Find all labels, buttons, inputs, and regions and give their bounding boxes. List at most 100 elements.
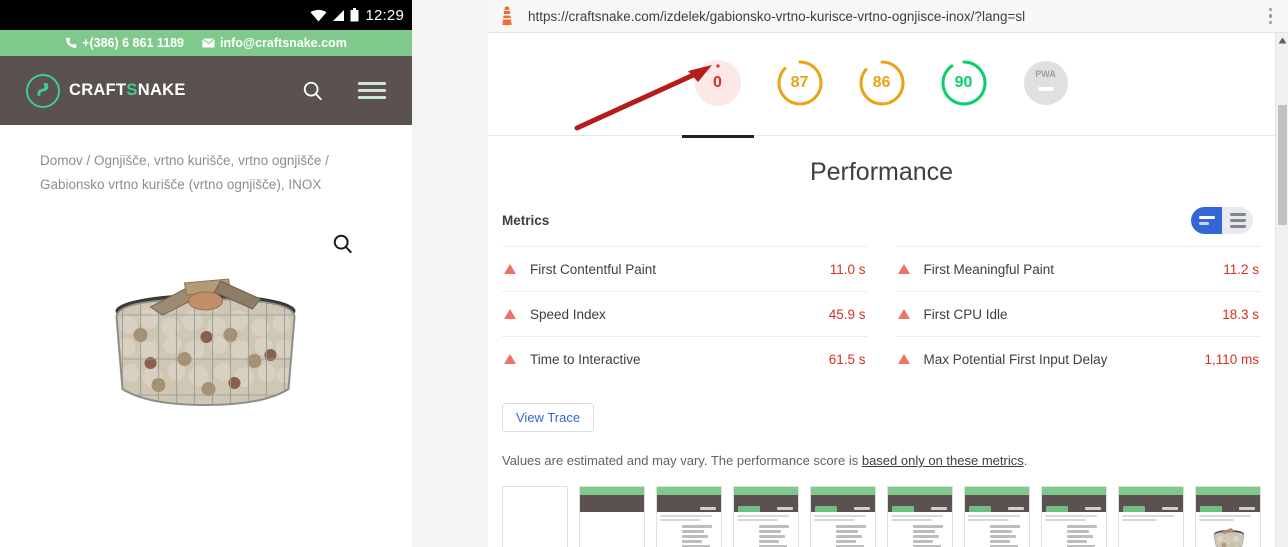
fail-triangle-icon xyxy=(897,309,910,319)
wifi-icon xyxy=(310,9,327,21)
frame-body xyxy=(888,512,952,547)
frame-body xyxy=(811,512,875,547)
frame-nav-actions xyxy=(1008,507,1024,510)
expanded-view-button[interactable] xyxy=(1222,207,1253,234)
metric-row[interactable]: First CPU Idle 18.3 s xyxy=(895,291,1261,336)
best-practices-score: 86 xyxy=(872,74,891,91)
expanded-view-icon xyxy=(1229,213,1246,228)
metric-name: Speed Index xyxy=(530,306,606,322)
filmstrip-frame[interactable] xyxy=(733,486,799,547)
performance-gauge[interactable]: 0 xyxy=(681,56,754,138)
metric-left: First Contentful Paint xyxy=(504,262,656,277)
seo-score: 90 xyxy=(954,74,973,91)
metric-row[interactable]: Speed Index 45.9 s xyxy=(502,291,868,336)
pwa-gauge[interactable]: PWA xyxy=(1019,56,1073,110)
panel-gap xyxy=(412,0,488,547)
frame-navbar xyxy=(580,495,644,512)
vertical-scrollbar[interactable] xyxy=(1275,33,1288,547)
metric-row[interactable]: First Contentful Paint 11.0 s xyxy=(502,246,868,291)
frame-navbar xyxy=(657,495,721,512)
more-options-icon[interactable] xyxy=(1263,4,1279,29)
url-text[interactable]: https://craftsnake.com/izdelek/gabionsko… xyxy=(528,9,1251,24)
score-gauges: 0 87 86 90 PWA xyxy=(488,33,1275,138)
site-logo[interactable]: CRAFTSNAKE xyxy=(26,73,186,108)
fail-triangle-icon xyxy=(504,264,516,274)
scroll-up-arrow-icon[interactable] xyxy=(1276,33,1288,47)
accessibility-gauge[interactable]: 87 xyxy=(773,56,827,110)
metric-name: First CPU Idle xyxy=(923,306,1008,322)
metric-row[interactable]: First Meaningful Paint 11.2 s xyxy=(895,246,1261,291)
metric-name: Time to Interactive xyxy=(530,351,641,367)
disclaimer-text: Values are estimated and may vary. The p… xyxy=(502,453,1275,468)
frame-body xyxy=(657,512,721,547)
phone-contact[interactable]: +(386) 6 861 1189 xyxy=(65,36,184,50)
frame-product-image xyxy=(1213,528,1245,547)
frame-navbar xyxy=(811,495,875,515)
frame-navbar xyxy=(1042,495,1106,515)
view-trace-button[interactable]: View Trace xyxy=(502,403,595,432)
email-contact[interactable]: info@craftsnake.com xyxy=(202,36,347,50)
seo-gauge[interactable]: 90 xyxy=(937,56,991,110)
frame-nav-actions xyxy=(1239,507,1255,510)
filmstrip-frame[interactable] xyxy=(502,486,568,547)
metrics-column-right: First Meaningful Paint 11.2 s First CPU … xyxy=(895,246,1261,381)
performance-score: 0 xyxy=(713,74,722,91)
frame-contact-bar xyxy=(580,487,644,495)
frame-body xyxy=(965,512,1029,547)
metrics-view-toggle[interactable] xyxy=(1191,207,1253,234)
best-practices-gauge[interactable]: 86 xyxy=(855,56,909,110)
report-scroll-area: 0 87 86 90 PWA Performance Metrics First… xyxy=(488,33,1275,547)
fail-triangle-icon xyxy=(504,309,516,319)
frame-nav-actions xyxy=(777,507,793,510)
frame-body xyxy=(580,512,644,547)
metrics-label: Metrics xyxy=(502,213,550,228)
frame-navbar xyxy=(1119,495,1183,515)
frame-contact-bar xyxy=(965,487,1029,495)
screenshot-root: 12:29 +(386) 6 861 1189 info@craftsnake.… xyxy=(0,0,1288,547)
filmstrip-frame[interactable] xyxy=(1195,486,1261,547)
metric-name: Max Potential First Input Delay xyxy=(923,351,1108,367)
metric-value: 18.3 s xyxy=(1222,306,1259,322)
frame-body xyxy=(1196,512,1260,547)
disclaimer-prefix: Values are estimated and may vary. The p… xyxy=(502,453,862,468)
frame-nav-actions xyxy=(700,507,716,510)
envelope-icon xyxy=(202,38,215,48)
metric-name: First Meaningful Paint xyxy=(923,261,1055,277)
metric-row[interactable]: Max Potential First Input Delay 1,110 ms xyxy=(895,336,1261,381)
filmstrip-frame[interactable] xyxy=(964,486,1030,547)
filmstrip-frame[interactable] xyxy=(810,486,876,547)
metric-row[interactable]: Time to Interactive 61.5 s xyxy=(502,336,868,381)
brand-wordmark: CRAFTSNAKE xyxy=(69,81,186,100)
search-icon[interactable] xyxy=(302,80,324,102)
disclaimer-link[interactable]: based only on these metrics xyxy=(862,453,1024,468)
metric-left: First CPU Idle xyxy=(897,306,1008,322)
metrics-grid: First Contentful Paint 11.0 s Speed Inde… xyxy=(488,246,1275,381)
brand-part-two: RAFT xyxy=(81,81,127,99)
scrollbar-thumb[interactable] xyxy=(1278,105,1287,225)
metric-value: 11.0 s xyxy=(829,261,866,277)
frame-body xyxy=(734,512,798,547)
product-image[interactable] xyxy=(89,255,324,430)
frame-nav-actions xyxy=(1085,507,1101,510)
navbar-actions xyxy=(302,80,386,102)
metric-left: Time to Interactive xyxy=(504,352,641,367)
screenshot-filmstrip xyxy=(488,468,1275,547)
fail-triangle-icon xyxy=(897,264,910,274)
pwa-label: PWA xyxy=(1035,69,1056,79)
frame-contact-bar xyxy=(657,487,721,495)
lighthouse-icon xyxy=(502,6,512,25)
metric-value: 45.9 s xyxy=(828,306,866,322)
filmstrip-frame[interactable] xyxy=(1118,486,1184,547)
compact-view-button[interactable] xyxy=(1191,207,1222,234)
hamburger-menu-icon[interactable] xyxy=(358,82,386,99)
frame-contact-bar xyxy=(734,487,798,495)
filmstrip-frame[interactable] xyxy=(1041,486,1107,547)
metrics-header: Metrics xyxy=(488,207,1275,234)
filmstrip-frame[interactable] xyxy=(887,486,953,547)
image-zoom-icon[interactable] xyxy=(332,233,354,260)
metric-name: First Contentful Paint xyxy=(530,261,657,277)
filmstrip-frame[interactable] xyxy=(579,486,645,547)
phone-number: +(386) 6 861 1189 xyxy=(82,36,184,50)
filmstrip-frame[interactable] xyxy=(656,486,722,547)
frame-contact-bar xyxy=(1196,487,1260,495)
